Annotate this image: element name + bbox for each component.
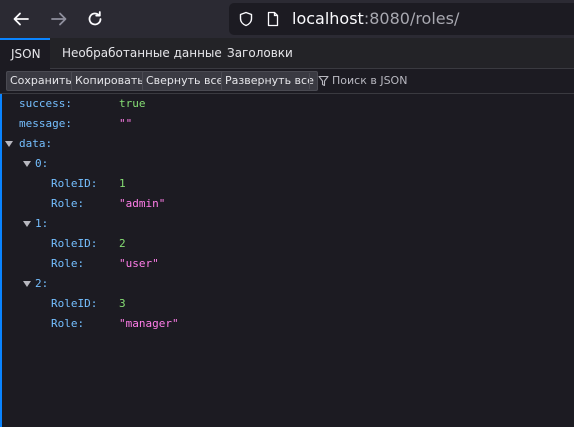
key-index: 1:	[35, 217, 49, 230]
shield-icon[interactable]	[238, 11, 254, 27]
tree-row-item[interactable]: 2:	[35, 274, 48, 294]
value-roleid: 2	[119, 234, 126, 254]
json-action-bar: Сохранить Копировать Свернуть все Развер…	[0, 69, 574, 94]
page-icon[interactable]	[265, 11, 281, 27]
json-tree: success: true message: "" data: 0: RoleI…	[0, 94, 574, 427]
copy-button[interactable]: Копировать	[71, 71, 148, 91]
boolean-value: true	[119, 97, 146, 110]
key-index: 2:	[35, 277, 49, 290]
key-data: data:	[19, 137, 53, 150]
key-roleid: RoleID:	[51, 297, 98, 310]
url-host: localhost	[292, 9, 364, 28]
value-role: "admin"	[119, 194, 165, 214]
expand-all-button[interactable]: Развернуть все	[221, 71, 318, 91]
back-button[interactable]	[6, 4, 36, 34]
tree-row-success[interactable]: success:	[19, 94, 72, 114]
reload-button[interactable]	[80, 4, 110, 34]
save-button[interactable]: Сохранить	[6, 71, 76, 91]
tree-row-data[interactable]: data:	[19, 134, 52, 154]
tree-row-item[interactable]: 1:	[35, 214, 48, 234]
value-roleid: 3	[119, 294, 126, 314]
value-role: "user"	[119, 254, 159, 274]
arrow-left-icon	[13, 12, 29, 26]
url-text[interactable]: localhost:8080/roles/	[292, 8, 459, 30]
key-role: Role:	[51, 257, 85, 270]
arrow-right-icon	[51, 12, 67, 26]
value-message: ""	[119, 114, 132, 134]
key-message: message:	[19, 117, 72, 130]
expand-toggle-icon[interactable]	[5, 141, 13, 147]
expand-toggle-icon[interactable]	[23, 161, 31, 167]
value-roleid: 1	[119, 174, 126, 194]
number-value: 1	[119, 177, 126, 190]
forward-button[interactable]	[44, 4, 74, 34]
tree-row-item[interactable]: 0:	[35, 154, 48, 174]
viewer-tabs: JSON Необработанные данные Заголовки	[0, 38, 574, 69]
key-success: success:	[19, 97, 72, 110]
number-value: 3	[119, 297, 126, 310]
key-roleid: RoleID:	[51, 177, 98, 190]
tab-headers[interactable]: Заголовки	[219, 38, 301, 69]
tree-row-role[interactable]: Role:	[51, 314, 84, 334]
tree-row-roleid[interactable]: RoleID:	[51, 234, 97, 254]
key-roleid: RoleID:	[51, 237, 98, 250]
tree-row-message[interactable]: message:	[19, 114, 72, 134]
url-path: :8080/roles/	[363, 9, 460, 28]
reload-icon	[88, 11, 102, 26]
address-bar[interactable]: localhost:8080/roles/	[229, 3, 574, 35]
tree-row-roleid[interactable]: RoleID:	[51, 174, 97, 194]
key-role: Role:	[51, 317, 85, 330]
toolbar-divider	[309, 73, 310, 89]
number-value: 2	[119, 237, 126, 250]
string-value: "admin"	[119, 197, 166, 210]
json-filter-input[interactable]: Поиск в JSON	[332, 72, 407, 90]
string-value: "manager"	[119, 317, 179, 330]
tree-row-role[interactable]: Role:	[51, 254, 84, 274]
tab-raw-data[interactable]: Необработанные данные	[54, 38, 230, 69]
tree-row-role[interactable]: Role:	[51, 194, 84, 214]
tab-json[interactable]: JSON	[0, 38, 50, 69]
value-role: "manager"	[119, 314, 179, 334]
string-value: "user"	[119, 257, 159, 270]
expand-toggle-icon[interactable]	[23, 221, 31, 227]
collapse-all-button[interactable]: Свернуть все	[142, 71, 228, 91]
value-success: true	[119, 94, 146, 114]
key-role: Role:	[51, 197, 85, 210]
tree-row-roleid[interactable]: RoleID:	[51, 294, 97, 314]
key-index: 0:	[35, 157, 49, 170]
filter-icon	[318, 75, 329, 87]
string-value: ""	[119, 117, 133, 130]
expand-toggle-icon[interactable]	[23, 281, 31, 287]
browser-toolbar: localhost:8080/roles/	[0, 0, 574, 38]
